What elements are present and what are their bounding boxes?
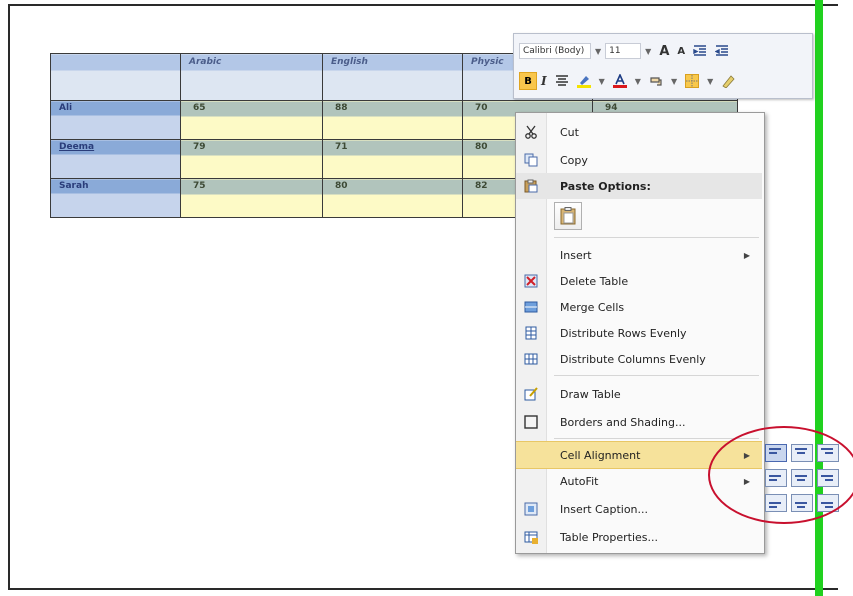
menu-label: Delete Table <box>560 274 629 288</box>
grade-cell[interactable]: 79 <box>180 139 323 179</box>
grade-cell[interactable]: 65 <box>180 100 323 140</box>
menu-item-distribute-rows[interactable]: Distribute Rows Evenly <box>516 320 762 346</box>
eraser-icon[interactable] <box>721 74 735 88</box>
grade-cell[interactable]: 75 <box>180 178 323 218</box>
student-name-cell[interactable]: Deema <box>50 139 181 179</box>
menu-item-copy[interactable]: Copy <box>516 147 762 173</box>
student-name-cell[interactable]: Sarah <box>50 178 181 218</box>
submenu-arrow-icon: ▶ <box>743 250 750 260</box>
center-align-icon[interactable] <box>555 74 569 88</box>
scissors-icon <box>525 125 537 139</box>
menu-item-borders-shading[interactable]: Borders and Shading... <box>516 409 762 435</box>
menu-item-cut[interactable]: Cut <box>516 119 762 145</box>
increase-indent-icon[interactable] <box>715 44 729 58</box>
paste-icon <box>560 207 576 225</box>
menu-label: Copy <box>560 153 588 167</box>
delete-table-icon <box>524 274 538 288</box>
menu-item-delete-table[interactable]: Delete Table <box>516 268 762 294</box>
menu-item-draw-table[interactable]: Draw Table <box>516 381 762 407</box>
italic-button[interactable]: I <box>541 74 547 88</box>
chevron-down-icon[interactable]: ▼ <box>635 77 641 86</box>
menu-header-paste-options: Paste Options: <box>516 173 762 199</box>
font-color-icon[interactable] <box>612 74 627 88</box>
borders-shading-icon <box>524 415 538 429</box>
menu-label: Cut <box>560 125 579 139</box>
menu-label: Borders and Shading... <box>560 415 686 429</box>
font-name-box[interactable]: Calibri (Body) <box>519 43 591 59</box>
copy-icon <box>524 153 538 167</box>
draw-table-icon <box>524 387 538 401</box>
menu-label: Draw Table <box>560 387 621 401</box>
shrink-font-button[interactable]: A <box>677 46 685 57</box>
table-header-cell[interactable]: English <box>322 53 463 101</box>
borders-icon[interactable] <box>685 74 700 88</box>
blank-icon <box>524 474 538 488</box>
menu-separator <box>554 375 759 376</box>
mini-toolbar-row-2: B I ▼ ▼ ▼ ▼ <box>519 70 739 92</box>
mini-toolbar: Calibri (Body) ▼ 11 ▼ A A B I ▼ ▼ ▼ ▼ <box>513 33 813 99</box>
student-name-cell[interactable]: Ali <box>50 100 181 140</box>
clipboard-icon <box>524 179 538 193</box>
chevron-down-icon[interactable]: ▼ <box>645 47 651 56</box>
mini-toolbar-row-1: Calibri (Body) ▼ 11 ▼ A A <box>519 40 733 62</box>
menu-label: Merge Cells <box>560 300 625 314</box>
font-size-box[interactable]: 11 <box>605 43 642 59</box>
format-painter-icon[interactable] <box>649 74 663 88</box>
annotation-circle <box>708 426 853 524</box>
menu-label: Distribute Columns Evenly <box>560 352 706 366</box>
paste-keep-formatting-button[interactable] <box>554 202 582 230</box>
menu-label: Paste Options: <box>560 179 651 193</box>
grade-cell[interactable]: 71 <box>322 139 463 179</box>
menu-label: Table Properties... <box>560 530 659 544</box>
grade-cell[interactable]: 88 <box>322 100 463 140</box>
menu-label: Distribute Rows Evenly <box>560 326 687 340</box>
insert-caption-icon <box>524 502 538 516</box>
merge-cells-icon <box>524 301 538 313</box>
menu-separator <box>554 237 759 238</box>
grade-cell[interactable]: 80 <box>322 178 463 218</box>
menu-item-table-properties[interactable]: Table Properties... <box>516 524 762 550</box>
distribute-rows-icon <box>525 326 537 340</box>
menu-item-merge-cells[interactable]: Merge Cells <box>516 294 762 320</box>
table-header-cell[interactable]: Arabic <box>180 53 323 101</box>
grow-font-button[interactable]: A <box>659 44 669 59</box>
chevron-down-icon[interactable]: ▼ <box>707 77 713 86</box>
decrease-indent-icon[interactable] <box>693 44 707 58</box>
table-properties-icon <box>524 531 538 544</box>
menu-item-insert[interactable]: Insert ▶ <box>516 242 762 268</box>
menu-label: Insert <box>560 248 592 262</box>
blank-icon <box>524 248 538 262</box>
table-header-cell[interactable] <box>50 53 181 101</box>
chevron-down-icon[interactable]: ▼ <box>671 77 677 86</box>
bold-button[interactable]: B <box>519 72 537 90</box>
menu-separator <box>554 438 759 439</box>
distribute-columns-icon <box>524 353 538 365</box>
menu-item-distribute-columns[interactable]: Distribute Columns Evenly <box>516 346 762 372</box>
chevron-down-icon[interactable]: ▼ <box>595 47 601 56</box>
blank-icon <box>524 448 538 462</box>
highlighter-icon[interactable] <box>576 74 591 88</box>
chevron-down-icon[interactable]: ▼ <box>599 77 605 86</box>
